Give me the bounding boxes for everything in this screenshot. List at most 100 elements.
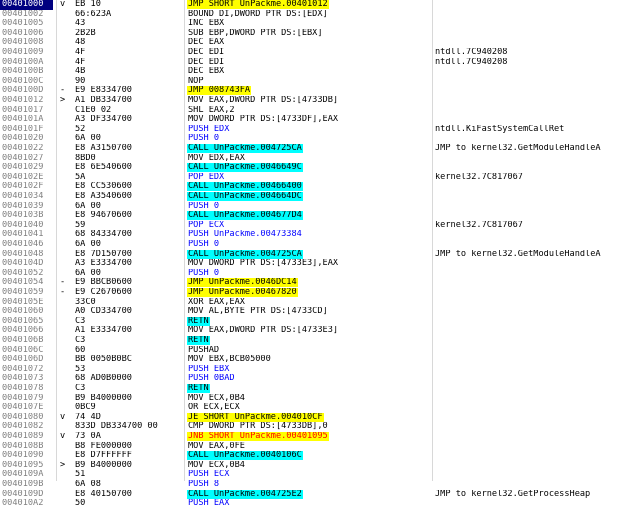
disasm-row[interactable]: 00401008 48 DEC EAX: [0, 38, 634, 48]
disasm-row[interactable]: 00401002 66:623A BOUND DI,DWORD PTR DS:[ED…: [0, 10, 634, 20]
hex-dump-cell: EB 10: [75, 0, 101, 9]
disasm-row[interactable]: 00401022 E8 A3150700 CALL UnPackme.004725C…: [0, 144, 634, 154]
hex-dump-cell: E9 E8334700: [75, 86, 132, 96]
disasm-row[interactable]: 00401089 v 73 0A JNB SHORT UnPackme.0040109…: [0, 432, 634, 442]
disassembly-cell: POP ECX: [187, 221, 431, 231]
disasm-row[interactable]: 0040100A 4F DEC EDI ntdll.7C940208: [0, 58, 634, 68]
jump-marker: [60, 374, 73, 384]
instruction-text: CALL UnPackme.0040106C: [187, 451, 303, 461]
comment-cell: JMP to kernel32.GetModuleHandleA: [435, 144, 601, 153]
hex-dump-cell: C1E0 02: [75, 105, 112, 115]
hex-dump-cell: E8 A3150700: [75, 144, 132, 153]
disasm-row[interactable]: 0040107E 0BC9 OR ECX,ECX: [0, 403, 634, 413]
disasm-row[interactable]: 004010A2 50 PUSH EAX: [0, 499, 634, 509]
jump-marker: [60, 19, 73, 29]
disasm-row[interactable]: 00401078 C3 RETN: [0, 384, 634, 394]
disasm-row[interactable]: 00401054 - E9 BBCB0600 JMP UnPackme.0046DC1…: [0, 278, 634, 288]
disasm-row[interactable]: 00401052 6A 00 PUSH 0: [0, 269, 634, 279]
address-cell: 0040106D: [2, 355, 44, 365]
disassembly-cell: JMP 008743FA: [187, 86, 431, 96]
disasm-row[interactable]: 00401027 8BD0 MOV EDX,EAX: [0, 154, 634, 164]
disasm-row[interactable]: 0040108B B8 FE000000 MOV EAX,0FE: [0, 442, 634, 452]
disasm-row[interactable]: 0040100B 4B DEC EBX: [0, 67, 634, 77]
disasm-row[interactable]: 00401060 A0 CD334700 MOV AL,BYTE PTR DS:[4…: [0, 307, 634, 317]
disasm-row[interactable]: 0040102F E8 CC530600 CALL UnPackme.0046640…: [0, 182, 634, 192]
hex-dump-cell: E8 D7FFFFFF: [75, 451, 132, 461]
disasm-row[interactable]: 00401017 C1E0 02 SHL EAX,2: [0, 106, 634, 116]
hex-dump-cell: 6A 00: [75, 201, 101, 211]
disassembly-pane[interactable]: 00401000 v EB 10 JMP SHORT UnPackme.0040101…: [0, 0, 634, 508]
comment-cell: [435, 134, 634, 144]
disasm-row[interactable]: 00401079 B9 B4000000 MOV ECX,0B4: [0, 394, 634, 404]
comment-cell: [435, 317, 634, 327]
instruction-text: XOR EAX,EAX: [188, 297, 245, 307]
disasm-row[interactable]: 0040109B 6A 08 PUSH 8: [0, 480, 634, 490]
disasm-row[interactable]: 0040109A 51 PUSH ECX: [0, 470, 634, 480]
instruction-text: PUSH EDX: [188, 124, 230, 134]
disasm-row[interactable]: 0040104D A3 E3334700 MOV DWORD PTR DS:[473…: [0, 259, 634, 269]
disasm-row[interactable]: 0040106C 60 PUSHAD: [0, 346, 634, 356]
hex-dump-cell: 48: [75, 38, 86, 48]
disassembly-cell: OR ECX,ECX: [187, 403, 431, 413]
disasm-row[interactable]: 0040105E 33C0 XOR EAX,EAX: [0, 298, 634, 308]
disasm-row[interactable]: 00401072 53 PUSH EBX: [0, 365, 634, 375]
disasm-row[interactable]: 00401065 C3 RETN: [0, 316, 634, 327]
instruction-text: MOV AL,BYTE PTR DS:[4733CD]: [188, 307, 328, 317]
hex-dump-cell: 4F: [75, 48, 86, 57]
disasm-row[interactable]: 00401034 E8 A3540600 CALL UnPackme.004664D…: [0, 192, 634, 202]
jump-marker: [60, 67, 73, 77]
disasm-row[interactable]: 00401020 6A 00 PUSH 0: [0, 134, 634, 144]
hex-dump-cell: C3: [75, 336, 86, 345]
disasm-row[interactable]: 0040106B C3 RETN: [0, 336, 634, 346]
address-cell: 0040109B: [2, 480, 44, 489]
disasm-row[interactable]: 00401040 59 POP ECX kernel32.7C817067: [0, 221, 634, 231]
address-cell: 0040100D: [2, 86, 44, 96]
jump-marker: [60, 307, 73, 317]
hex-dump-cell: 68 84334700: [75, 230, 132, 240]
address-cell: 00401022: [2, 144, 44, 153]
disasm-row[interactable]: 0040100C 90 NOP: [0, 77, 634, 87]
disasm-row[interactable]: 00401082 833D DB334700 00 CMP DWORD PTR DS…: [0, 422, 634, 432]
disassembly-cell: PUSH EAX: [187, 499, 431, 509]
disasm-row[interactable]: 0040103B E8 94670600 CALL UnPackme.004677D…: [0, 211, 634, 221]
instruction-text: JMP 008743FA: [187, 86, 252, 96]
disasm-row[interactable]: 00401000 v EB 10 JMP SHORT UnPackme.0040101…: [0, 0, 634, 10]
disasm-row[interactable]: 0040109D E8 40150700 CALL UnPackme.004725E…: [0, 489, 634, 500]
address-cell: 00401065: [2, 316, 44, 326]
address-cell: 00401052: [2, 268, 44, 278]
instruction-text: JMP SHORT UnPackme.00401012: [187, 0, 329, 9]
disasm-row[interactable]: 0040102E 5A POP EDX kernel32.7C817067: [0, 173, 634, 183]
instruction-text: PUSH 0: [188, 201, 220, 211]
jump-marker: [60, 211, 73, 221]
hex-dump-cell: 6A 08: [75, 480, 101, 489]
disasm-row[interactable]: 00401006 2B2B SUB EBP,DWORD PTR DS:[EBX]: [0, 29, 634, 39]
address-cell: 00401054: [2, 278, 44, 288]
disasm-row[interactable]: 00401009 4F DEC EDI ntdll.7C940208: [0, 48, 634, 58]
disasm-row[interactable]: 0040100D - E9 E8334700 JMP 008743FA: [0, 86, 634, 96]
disasm-row[interactable]: 00401012 > A1 DB334700 MOV EAX,DWORD PTR DS…: [0, 96, 634, 106]
disasm-row[interactable]: 00401029 E8 6E540600 CALL UnPackme.0046649…: [0, 163, 634, 173]
disasm-row[interactable]: 00401080 v 74 4D JE SHORT UnPackme.004010CF: [0, 412, 634, 423]
comment-cell: [435, 278, 634, 288]
address-cell: 00401012: [2, 96, 44, 105]
disassembly-cell: MOV EAX,DWORD PTR DS:[4733E3]: [187, 326, 431, 336]
disasm-row[interactable]: 00401048 E8 7D150700 CALL UnPackme.004725C…: [0, 249, 634, 260]
disasm-row[interactable]: 00401095 > B9 B4000000 MOV ECX,0B4: [0, 461, 634, 471]
disasm-row[interactable]: 0040101A A3 DF334700 MOV DWORD PTR DS:[473…: [0, 115, 634, 125]
disassembly-cell: JMP SHORT UnPackme.00401012: [187, 0, 431, 10]
disasm-row[interactable]: 00401090 E8 D7FFFFFF CALL UnPackme.0040106…: [0, 451, 634, 461]
disasm-row[interactable]: 00401039 6A 00 PUSH 0: [0, 202, 634, 212]
disasm-row[interactable]: 00401059 - E9 C2670600 JMP UnPackme.0046782…: [0, 288, 634, 298]
comment-cell: [435, 67, 634, 77]
disasm-row[interactable]: 0040101F 52 PUSH EDX ntdll.KiFastSystemCall…: [0, 125, 634, 135]
disasm-row[interactable]: 00401046 6A 00 PUSH 0: [0, 240, 634, 250]
disassembly-cell: POP EDX: [187, 173, 431, 183]
hex-dump-cell: A1 DB334700: [75, 96, 132, 105]
disasm-row[interactable]: 00401073 68 AD0B0000 PUSH 0BAD: [0, 374, 634, 384]
instruction-text: PUSH EAX: [188, 499, 230, 509]
disasm-row[interactable]: 00401005 43 INC EBX: [0, 19, 634, 29]
disasm-row[interactable]: 00401066 A1 E3334700 MOV EAX,DWORD PTR DS:…: [0, 326, 634, 336]
jump-marker: [60, 10, 73, 20]
disasm-row[interactable]: 00401041 68 84334700 PUSH UnPackme.0047338…: [0, 230, 634, 240]
disasm-row[interactable]: 0040106D BB 0050B0BC MOV EBX,BCB05000: [0, 355, 634, 365]
